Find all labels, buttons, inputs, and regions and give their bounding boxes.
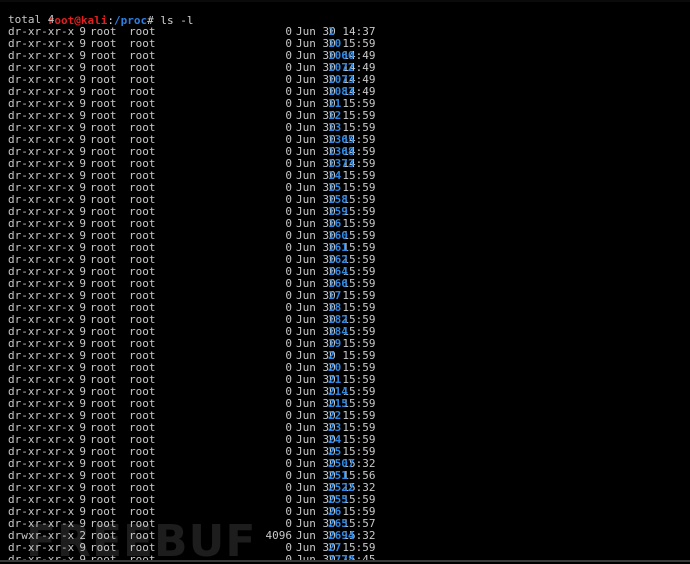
row-size: 0 [285, 73, 292, 86]
row-size: 0 [285, 505, 292, 518]
row-size: 0 [285, 373, 292, 386]
row-permissions: dr-xr-xr-x [8, 553, 75, 562]
row-size: 0 [285, 445, 292, 458]
row-size: 0 [285, 265, 292, 278]
shell-prompt-line: root@kali:/proc# ls -l [0, 1, 690, 27]
row-size: 0 [285, 97, 292, 110]
row-size: 0 [285, 169, 292, 182]
row-size: 0 [285, 253, 292, 266]
row-size: 0 [285, 277, 292, 290]
row-size: 0 [285, 361, 292, 374]
row-size: 0 [285, 157, 292, 170]
row-owner: root [90, 553, 117, 562]
row-size: 4096 [265, 529, 293, 542]
terminal-window[interactable]: FREEBUF root@kali:/proc# ls -l total 4 d… [0, 0, 690, 562]
row-size: 0 [285, 301, 292, 314]
row-size: 0 [285, 469, 292, 482]
row-size: 0 [285, 313, 292, 326]
row-size: 0 [285, 37, 292, 50]
row-size: 0 [285, 229, 292, 242]
row-size: 0 [285, 145, 292, 158]
row-name[interactable]: 2778 [328, 554, 355, 561]
row-size: 0 [285, 205, 292, 218]
row-size: 0 [285, 109, 292, 122]
row-size: 0 [285, 433, 292, 446]
row-size: 0 [285, 421, 292, 434]
row-size: 0 [285, 193, 292, 206]
row-size: 0 [285, 481, 292, 494]
row-size: 0 [285, 325, 292, 338]
row-size: 0 [285, 349, 292, 362]
file-listing: dr-xr-xr-x 9 root root 0 Jun 30 14:37 1 dr-xr-x… [0, 25, 690, 562]
row-size: 0 [285, 385, 292, 398]
row-group: root [129, 553, 156, 562]
row-size: 0 [285, 457, 292, 470]
row-size: 0 [285, 289, 292, 302]
row-size: 0 [285, 493, 292, 506]
row-size: 0 [285, 61, 292, 74]
row-size: 0 [285, 241, 292, 254]
row-size: 0 [285, 553, 292, 562]
row-size: 0 [285, 217, 292, 230]
row-size: 0 [285, 49, 292, 62]
row-size: 0 [285, 337, 292, 350]
row-link-count: 9 [79, 553, 86, 562]
row-size: 0 [285, 85, 292, 98]
terminal-output: root@kali:/proc# ls -l total 4 dr-xr-xr-… [0, 0, 690, 562]
row-size: 0 [285, 121, 292, 134]
row-size: 0 [285, 133, 292, 146]
table-row: dr-xr-xr-x 9 root root 0 Jun 30 15:45 2778 [0, 553, 690, 562]
row-size: 0 [285, 541, 292, 554]
row-size: 0 [285, 409, 292, 422]
row-size: 0 [285, 397, 292, 410]
row-size: 0 [285, 25, 292, 38]
scrolled-line-clip [0, 0, 690, 2]
row-size: 0 [285, 181, 292, 194]
